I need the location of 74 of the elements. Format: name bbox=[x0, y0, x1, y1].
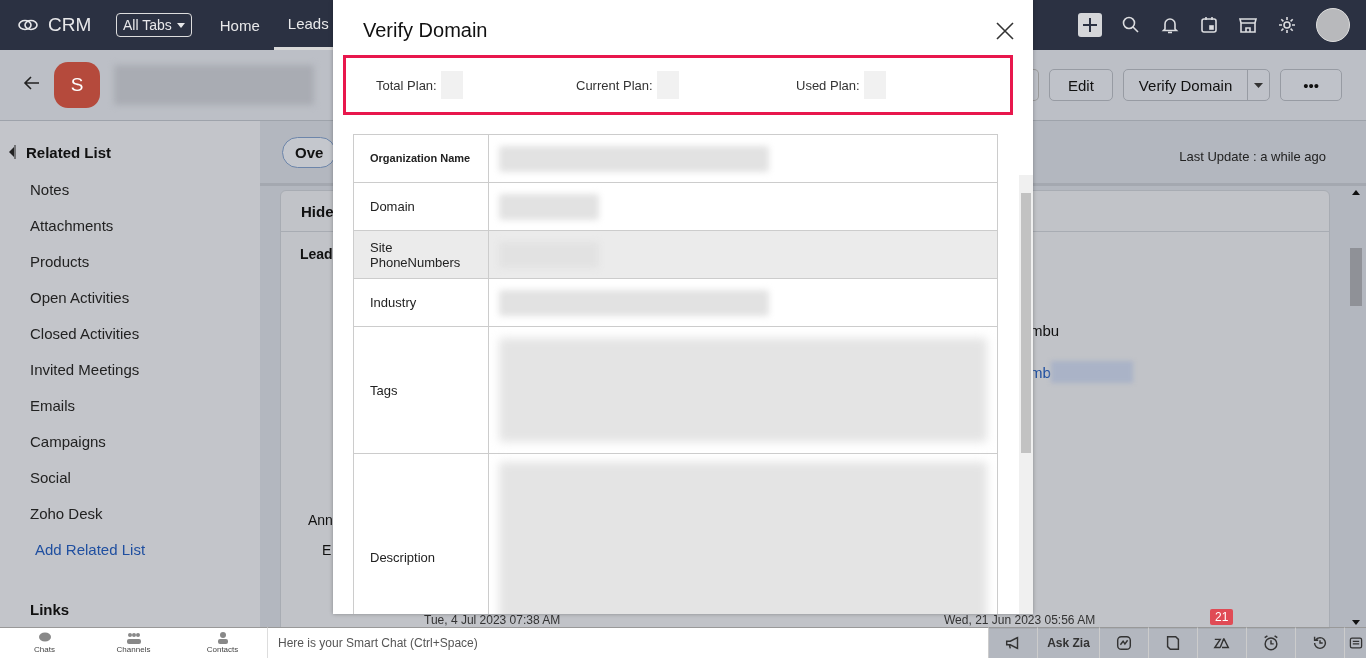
scroll-up-icon[interactable] bbox=[1352, 190, 1360, 195]
section-title: Lead bbox=[300, 246, 333, 262]
sidebar-item[interactable]: Closed Activities bbox=[0, 315, 260, 351]
app-label: Contacts bbox=[206, 645, 239, 654]
edit-button[interactable]: Edit bbox=[1049, 69, 1113, 101]
row-label: Site PhoneNumbers bbox=[354, 231, 489, 278]
sidebar-item[interactable]: Open Activities bbox=[0, 279, 260, 315]
note-icon[interactable] bbox=[1164, 634, 1182, 652]
row-label: Domain bbox=[354, 183, 489, 230]
chart-icon[interactable] bbox=[1115, 634, 1133, 652]
notification-badge: 21 bbox=[1210, 609, 1234, 625]
ask-zia-button[interactable]: Ask Zia bbox=[1038, 627, 1100, 658]
add-related-list-link[interactable]: Add Related List bbox=[0, 531, 260, 567]
note-button[interactable] bbox=[1149, 627, 1198, 658]
sidebar-item[interactable]: Social bbox=[0, 459, 260, 495]
history-button[interactable] bbox=[1296, 627, 1345, 658]
alarm-button[interactable] bbox=[1247, 627, 1296, 658]
sidebar-heading: Related List bbox=[26, 143, 112, 161]
scrollbar-thumb[interactable] bbox=[1350, 248, 1362, 306]
add-icon[interactable] bbox=[1078, 13, 1102, 37]
store-icon[interactable] bbox=[1238, 15, 1258, 35]
app-shortcut[interactable]: Contacts bbox=[178, 627, 267, 658]
sidebar-heading: Links bbox=[29, 601, 71, 618]
nav-tab[interactable]: Home bbox=[205, 0, 274, 50]
calendar-icon[interactable] bbox=[1199, 15, 1219, 35]
verify-domain-button[interactable]: Verify Domain bbox=[1123, 70, 1249, 100]
messages-icon[interactable] bbox=[1347, 635, 1364, 651]
search-icon[interactable] bbox=[1121, 15, 1141, 35]
sidebar-item[interactable]: Campaigns bbox=[0, 423, 260, 459]
all-tabs-menu[interactable]: All Tabs bbox=[116, 13, 192, 37]
record-avatar: S bbox=[54, 62, 100, 108]
group-icon bbox=[125, 632, 142, 644]
logo-text: CRM bbox=[48, 14, 92, 36]
chart-button[interactable] bbox=[1100, 627, 1149, 658]
chat-bubble-icon bbox=[37, 632, 52, 644]
close-icon[interactable] bbox=[995, 20, 1015, 41]
history-icon[interactable] bbox=[1311, 634, 1329, 652]
hide-toggle[interactable]: Hide bbox=[301, 202, 334, 220]
field-label: E bbox=[321, 542, 332, 558]
more-button[interactable]: ••• bbox=[1280, 69, 1342, 101]
sidebar-item[interactable]: Attachments bbox=[0, 207, 260, 243]
last-update-text: Last Update : a while ago bbox=[1179, 148, 1326, 164]
plan-label: Total Plan: bbox=[376, 77, 437, 93]
settings-icon[interactable] bbox=[1277, 15, 1297, 35]
sidebar-item[interactable]: Emails bbox=[0, 387, 260, 423]
plan-label: Used Plan: bbox=[796, 77, 860, 93]
collapse-icon[interactable] bbox=[8, 145, 16, 159]
bell-icon[interactable] bbox=[1160, 15, 1180, 35]
date-text: Tue, 4 Jul 2023 07:38 AM bbox=[424, 613, 561, 627]
smart-chat-field[interactable]: Here is your Smart Chat (Ctrl+Space) bbox=[267, 627, 989, 658]
dialog-title: Verify Domain bbox=[363, 19, 488, 42]
app-label: Chats bbox=[34, 645, 55, 654]
date-text: Wed, 21 Jun 2023 05:56 AM bbox=[944, 613, 1096, 627]
caret-icon bbox=[176, 22, 185, 28]
alarm-clock-icon[interactable] bbox=[1262, 634, 1280, 652]
sidebar-item[interactable]: Notes bbox=[0, 171, 260, 207]
sidebar-item[interactable]: Zoho Desk bbox=[0, 495, 260, 531]
scrollbar-thumb[interactable] bbox=[1021, 193, 1031, 453]
verify-domain-split-button[interactable]: Verify Domain bbox=[1122, 69, 1271, 101]
row-label: Organization Name bbox=[354, 135, 489, 182]
user-avatar[interactable] bbox=[1316, 8, 1350, 42]
sidebar-item[interactable]: Invited Meetings bbox=[0, 351, 260, 387]
app-shortcut[interactable]: Chats bbox=[0, 627, 89, 658]
row-label: Industry bbox=[354, 279, 489, 326]
announcement-button[interactable] bbox=[989, 627, 1038, 658]
scrollbar[interactable] bbox=[1019, 175, 1033, 614]
sidebar-item[interactable]: Products bbox=[0, 243, 260, 279]
app-shortcut[interactable]: Channels bbox=[89, 627, 178, 658]
field-label: Ann bbox=[307, 512, 333, 528]
scroll-down-icon[interactable] bbox=[1352, 620, 1360, 625]
plan-label: Current Plan: bbox=[576, 77, 653, 93]
row-label: Tags bbox=[354, 327, 489, 453]
person-icon bbox=[216, 632, 229, 644]
app-label: Channels bbox=[116, 645, 151, 654]
